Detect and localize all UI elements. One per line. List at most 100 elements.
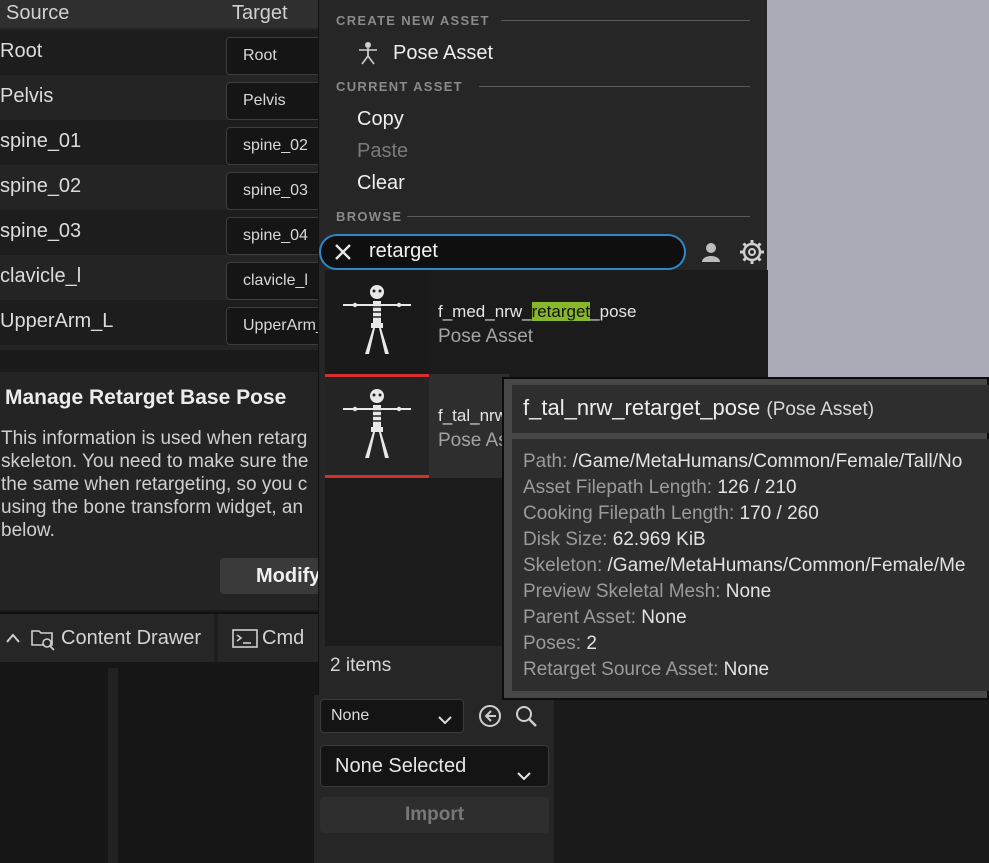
tooltip-value: None [723,659,770,680]
bottom-toolbar: Content Drawer Cmd [0,612,318,662]
asset-tooltip: f_tal_nrw_retarget_pose (Pose Asset) Pat… [502,377,989,700]
tooltip-key: Parent Asset: [523,607,637,628]
tooltip-value: 170 / 260 [739,503,819,524]
tooltip-row: Path: /Game/MetaHumans/Common/Female/Tal… [523,451,962,473]
asset-type: Pose As [438,430,508,451]
content-drawer-button[interactable]: Content Drawer [0,614,214,662]
selection-bar [325,374,429,377]
tooltip-header: f_tal_nrw_retarget_pose (Pose Asset) [512,385,989,433]
tooltip-key: Retarget Source Asset: [523,659,719,680]
viewport[interactable] [767,0,989,377]
tooltip-row: Preview Skeletal Mesh: None [523,581,771,603]
pose-asset-label: Pose Asset [393,42,494,64]
tooltip-asset-name: f_tal_nrw_retarget_pose [523,395,761,420]
tooltip-key: Disk Size: [523,529,608,550]
asset-type: Pose Asset [438,326,534,347]
content-drawer-label: Content Drawer [61,627,202,649]
search-highlight: retarget [531,302,591,321]
asset-name: f_med_nrw_retarget_pose [438,302,636,322]
tooltip-row: Parent Asset: None [523,607,687,629]
create-new-asset-header: CREATE NEW ASSET [336,13,490,28]
tooltip-value: 2 [586,633,597,654]
asset-name-text: _pose [590,302,637,321]
source-bone-label: Root [0,40,43,62]
tooltip-key: Path: [523,451,568,472]
source-column-header[interactable]: Source [0,0,230,28]
asset-thumbnail [325,270,429,374]
user-filter-icon[interactable] [699,240,723,269]
separator-line [501,20,750,21]
clear-menu-item[interactable]: Clear [357,172,405,195]
target-bone-field[interactable]: Pelvis [226,82,330,120]
modify-pose-button[interactable]: Modify [220,558,330,594]
section-description: This information is used when retarg ske… [1,428,309,541]
tooltip-key: Cooking Filepath Length: [523,503,735,524]
source-bone-label: spine_02 [0,175,82,197]
filter-dropdown[interactable]: None [320,699,464,733]
selected-row-bg [429,374,509,478]
copy-menu-item[interactable]: Copy [357,108,404,131]
tooltip-row: Retarget Source Asset: None [523,659,769,681]
skeleton-icon [357,41,379,70]
tooltip-key: Poses: [523,633,582,654]
current-asset-header: CURRENT ASSET [336,79,463,94]
tooltip-key: Skeleton: [523,555,603,576]
tooltip-row: Disk Size: 62.969 KiB [523,529,706,551]
tooltip-row: Skeleton: /Game/MetaHumans/Common/Female… [523,555,965,577]
clear-search-icon[interactable] [333,242,353,267]
tooltip-body: Path: /Game/MetaHumans/Common/Female/Tal… [512,439,989,691]
target-bone-field[interactable]: Root [226,37,330,75]
settings-gear-icon[interactable] [739,239,765,270]
tooltip-row: Asset Filepath Length: 126 / 210 [523,477,797,499]
asset-search-box[interactable]: retarget [319,234,686,270]
selected-asset-value: None Selected [335,755,467,777]
source-bone-label: spine_01 [0,130,82,152]
browse-header: BROWSE [336,209,403,224]
source-bone-label: spine_03 [0,220,82,242]
pose-asset-menu-item[interactable]: Pose Asset [341,37,641,69]
browse-search-icon[interactable] [514,704,538,733]
search-input[interactable]: retarget [369,240,438,263]
separator-line [407,216,750,217]
cmd-label: Cmd [262,627,305,649]
tooltip-key: Preview Skeletal Mesh: [523,581,721,602]
filter-dropdown-value: None [331,707,370,724]
panel-splitter[interactable] [108,668,118,863]
bottom-panel [0,662,320,863]
section-title: Manage Retarget Base Pose [5,386,287,409]
target-bone-field[interactable]: spine_02 [226,127,330,165]
target-bone-field[interactable]: spine_03 [226,172,330,210]
tooltip-value: None [641,607,687,628]
import-button[interactable]: Import [320,797,549,833]
items-count: 2 items [330,655,392,676]
selection-bar [325,475,429,478]
tooltip-key: Asset Filepath Length: [523,477,713,498]
asset-tile[interactable]: f_med_nrw_retarget_pose Pose Asset [325,270,768,374]
cmd-button[interactable]: Cmd [218,614,318,662]
asset-thumbnail [325,374,429,478]
tooltip-row: Poses: 2 [523,633,597,655]
target-bone-field[interactable]: clavicle_l [226,262,330,300]
paste-menu-item[interactable]: Paste [357,140,408,163]
asset-name-text: f_med_nrw_ [438,302,532,321]
tooltip-value: None [725,581,772,602]
asset-picker-controls: None None Selected Import [314,695,554,863]
skeleton-icon [341,388,413,465]
source-bone-label: clavicle_l [0,265,82,287]
target-bone-field[interactable]: UpperArm_ [226,307,330,345]
tooltip-row: Cooking Filepath Length: 170 / 260 [523,503,819,525]
source-bone-label: Pelvis [0,85,54,107]
target-bone-field[interactable]: spine_04 [226,217,330,255]
selected-asset-dropdown[interactable]: None Selected [320,745,549,787]
chevron-down-icon [437,708,453,740]
source-bone-label: UpperArm_L [0,310,114,332]
tooltip-title: f_tal_nrw_retarget_pose (Pose Asset) [523,395,874,421]
tooltip-value: 126 / 210 [717,477,797,498]
bone-mapping-table: Source Target Root Pelvis spine_01 spine… [0,0,336,350]
chevron-down-icon [516,758,532,798]
tooltip-value: /Game/MetaHumans/Common/Female/Tall/No [572,451,963,472]
manage-retarget-section: Manage Retarget Base Pose This informati… [0,350,330,610]
tooltip-value: 62.969 KiB [612,529,706,550]
tooltip-value: /Game/MetaHumans/Common/Female/Me [607,555,966,576]
use-selected-asset-icon[interactable] [478,704,502,733]
